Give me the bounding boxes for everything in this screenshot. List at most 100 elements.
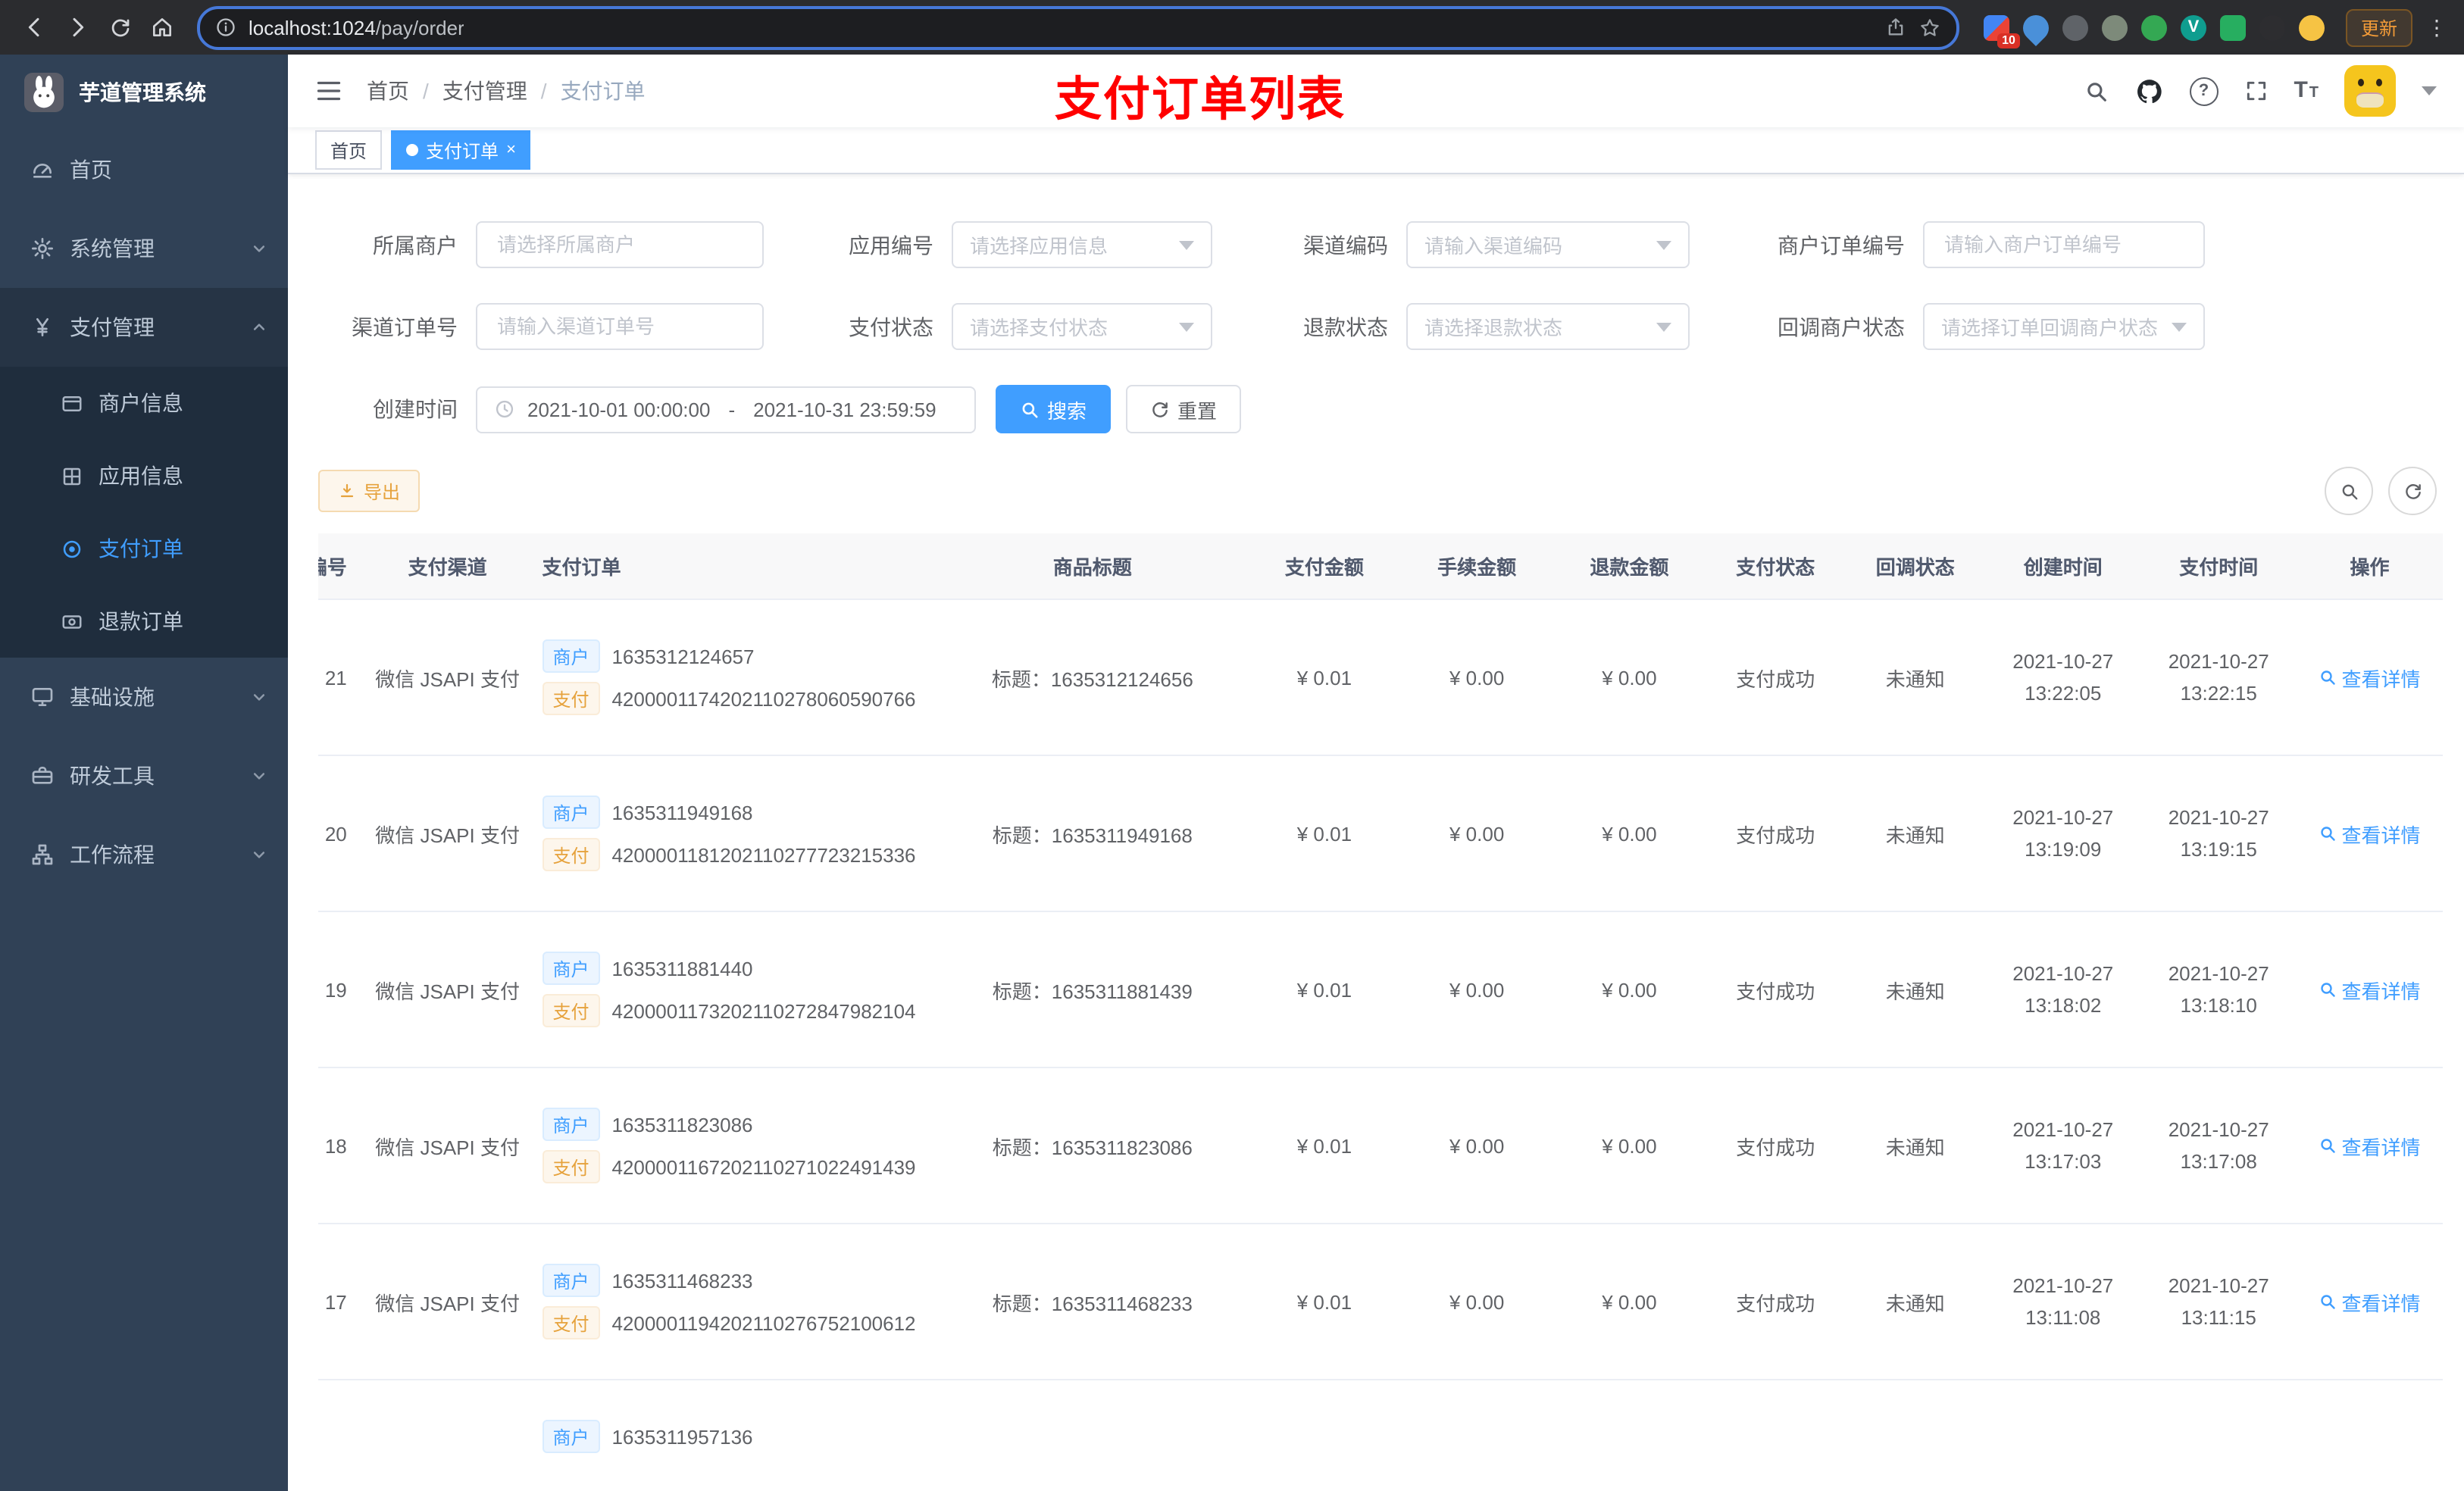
extension-pin-icon[interactable] xyxy=(2017,8,2055,46)
browser-back-button[interactable] xyxy=(15,8,55,47)
browser-menu-icon[interactable]: ⋮ xyxy=(2425,14,2449,40)
merchant-order-no-filter-input[interactable] xyxy=(1923,221,2205,268)
sidebar-item-app-info[interactable]: 应用信息 xyxy=(0,439,288,512)
reset-button[interactable]: 重置 xyxy=(1126,385,1242,433)
refund-amount-cell xyxy=(1553,1380,1706,1491)
channel-code-filter-select[interactable]: 请输入渠道编码 xyxy=(1406,221,1690,268)
tag-home[interactable]: 首页 xyxy=(315,130,383,170)
order-id-cell: 20 xyxy=(318,755,368,912)
notify-status-cell: 未通知 xyxy=(1845,1067,1986,1224)
search-icon[interactable] xyxy=(2083,78,2109,104)
merchant-tag: 商户 xyxy=(542,1264,600,1297)
pay-time-cell: 2021-10-27 13:22:15 xyxy=(2140,599,2297,756)
extension-icon[interactable] xyxy=(2140,14,2167,40)
channel-code-filter-label: 渠道编码 xyxy=(1303,233,1388,257)
breadcrumb-payment[interactable]: 支付管理 xyxy=(442,76,527,106)
top-navbar: 首页 / 支付管理 / 支付订单 ? TT xyxy=(288,55,2464,127)
extension-icon[interactable] xyxy=(2062,14,2088,40)
table-header-row: 编号 支付渠道 支付订单 商品标题 支付金额 手续金额 退款金额 支付状态 回调… xyxy=(318,533,2443,600)
merchant-filter-input[interactable] xyxy=(476,221,764,268)
merchant-tag: 商户 xyxy=(542,1108,600,1141)
order-id-cell: 17 xyxy=(318,1224,368,1380)
hide-search-button[interactable] xyxy=(2325,467,2373,515)
chevron-down-icon xyxy=(252,241,267,256)
start-date: 2021-10-01 00:00:00 xyxy=(527,398,711,420)
create-time-range-picker[interactable]: 2021-10-01 00:00:00 - 2021-10-31 23:59:5… xyxy=(476,386,976,433)
pay-order-cell: 商户 1635311823086 支付 42000011672021102710… xyxy=(527,1067,937,1224)
table-body: 21 微信 JSAPI 支付 商户 1635312124657 支付 42000… xyxy=(318,599,2443,1491)
browser-reload-button[interactable] xyxy=(100,8,139,47)
browser-home-button[interactable] xyxy=(142,8,182,47)
sidebar-item-payment[interactable]: 支付管理 xyxy=(0,288,288,367)
share-icon[interactable] xyxy=(1885,17,1906,38)
order-id-cell: 19 xyxy=(318,911,368,1068)
sidebar-item-dev-tools[interactable]: 研发工具 xyxy=(0,736,288,815)
export-button[interactable]: 导出 xyxy=(318,470,421,512)
pay-time-cell: 2021-10-27 13:19:15 xyxy=(2140,755,2297,912)
workflow-icon xyxy=(30,842,55,867)
record-icon xyxy=(61,537,83,560)
sidebar-item-refund-order[interactable]: 退款订单 xyxy=(0,585,288,658)
refund-status-filter-label: 退款状态 xyxy=(1303,314,1388,339)
sidebar-item-home[interactable]: 首页 xyxy=(0,130,288,209)
sidebar-item-merchant-info[interactable]: 商户信息 xyxy=(0,367,288,439)
sidebar-item-pay-order[interactable]: 支付订单 xyxy=(0,512,288,585)
pay-status-cell xyxy=(1706,1380,1846,1491)
github-icon[interactable] xyxy=(2134,77,2163,105)
action-cell: 查看详情 xyxy=(2296,755,2443,912)
merchant-tag: 商户 xyxy=(542,639,600,673)
extension-icon[interactable] xyxy=(2101,14,2128,40)
search-button[interactable]: 搜索 xyxy=(996,385,1112,433)
pay-status-filter-select[interactable]: 请选择支付状态 xyxy=(952,303,1212,350)
site-info-icon[interactable] xyxy=(215,17,236,38)
extension-icon[interactable]: 10 xyxy=(1983,14,2020,48)
notify-status-cell: 未通知 xyxy=(1845,1224,1986,1380)
view-detail-link[interactable]: 查看详情 xyxy=(2319,975,2421,1004)
avatar[interactable] xyxy=(2344,65,2396,117)
chevron-down-icon xyxy=(1179,322,1194,331)
pay-no-line: 支付 4200001174202110278060590766 xyxy=(542,682,937,715)
pay-time-cell: 2021-10-27 13:18:10 xyxy=(2140,911,2297,1068)
view-detail-link[interactable]: 查看详情 xyxy=(2319,819,2421,848)
page-content: 所属商户 应用编号 请选择应用信息 渠道编码 请输入渠道编码 商户订单编号 渠道… xyxy=(288,174,2464,1491)
view-detail-link[interactable]: 查看详情 xyxy=(2319,1287,2421,1316)
view-detail-link[interactable]: 查看详情 xyxy=(2319,1131,2421,1160)
app-filter-select[interactable]: 请选择应用信息 xyxy=(952,221,1212,268)
action-cell xyxy=(2296,1380,2443,1491)
bookmark-star-icon[interactable] xyxy=(1918,16,1941,39)
pay-tag: 支付 xyxy=(542,994,600,1027)
address-bar[interactable]: localhost:1024/pay/order xyxy=(197,5,1959,49)
logo-icon xyxy=(24,73,64,112)
font-size-icon[interactable]: TT xyxy=(2294,79,2319,102)
extension-bird-icon[interactable] xyxy=(2259,14,2285,40)
breadcrumb-home[interactable]: 首页 xyxy=(367,76,409,106)
sidebar-item-workflow[interactable]: 工作流程 xyxy=(0,815,288,894)
refresh-table-button[interactable] xyxy=(2388,467,2437,515)
notify-status-cell: 未通知 xyxy=(1845,911,1986,1068)
extension-chat-icon[interactable] xyxy=(2219,14,2246,40)
pay-channel-cell: 微信 JSAPI 支付 xyxy=(367,911,527,1068)
extension-check-icon[interactable]: V xyxy=(2180,14,2206,40)
extension-face-icon[interactable] xyxy=(2298,14,2325,40)
app-logo: 芋道管理系统 xyxy=(0,55,288,130)
browser-update-button[interactable]: 更新 xyxy=(2345,8,2412,46)
pay-channel-cell: 微信 JSAPI 支付 xyxy=(367,1224,527,1380)
view-detail-link[interactable]: 查看详情 xyxy=(2319,663,2421,692)
sidebar-item-system[interactable]: 系统管理 xyxy=(0,209,288,288)
sidebar-item-infra[interactable]: 基础设施 xyxy=(0,658,288,736)
tag-pay-order[interactable]: 支付订单 × xyxy=(391,130,531,170)
fee-amount-cell: ¥ 0.00 xyxy=(1400,1224,1553,1380)
avatar-caret-icon[interactable] xyxy=(2422,86,2437,95)
payment-submenu: 商户信息 应用信息 支付订单 退款订单 xyxy=(0,367,288,658)
question-icon[interactable]: ? xyxy=(2189,77,2219,105)
fullscreen-icon[interactable] xyxy=(2244,79,2268,103)
browser-forward-button[interactable] xyxy=(58,8,97,47)
channel-order-no-filter-input[interactable] xyxy=(476,303,764,350)
refund-status-filter-select[interactable]: 请选择退款状态 xyxy=(1406,303,1690,350)
notify-status-filter-select[interactable]: 请选择订单回调商户状态 xyxy=(1923,303,2205,350)
close-icon[interactable]: × xyxy=(506,141,516,158)
pay-tag: 支付 xyxy=(542,838,600,871)
hamburger-icon[interactable] xyxy=(315,77,342,105)
pay-no-line: 支付 4200001173202110272847982104 xyxy=(542,994,937,1027)
merchant-order-no-filter-label: 商户订单编号 xyxy=(1778,233,1905,257)
